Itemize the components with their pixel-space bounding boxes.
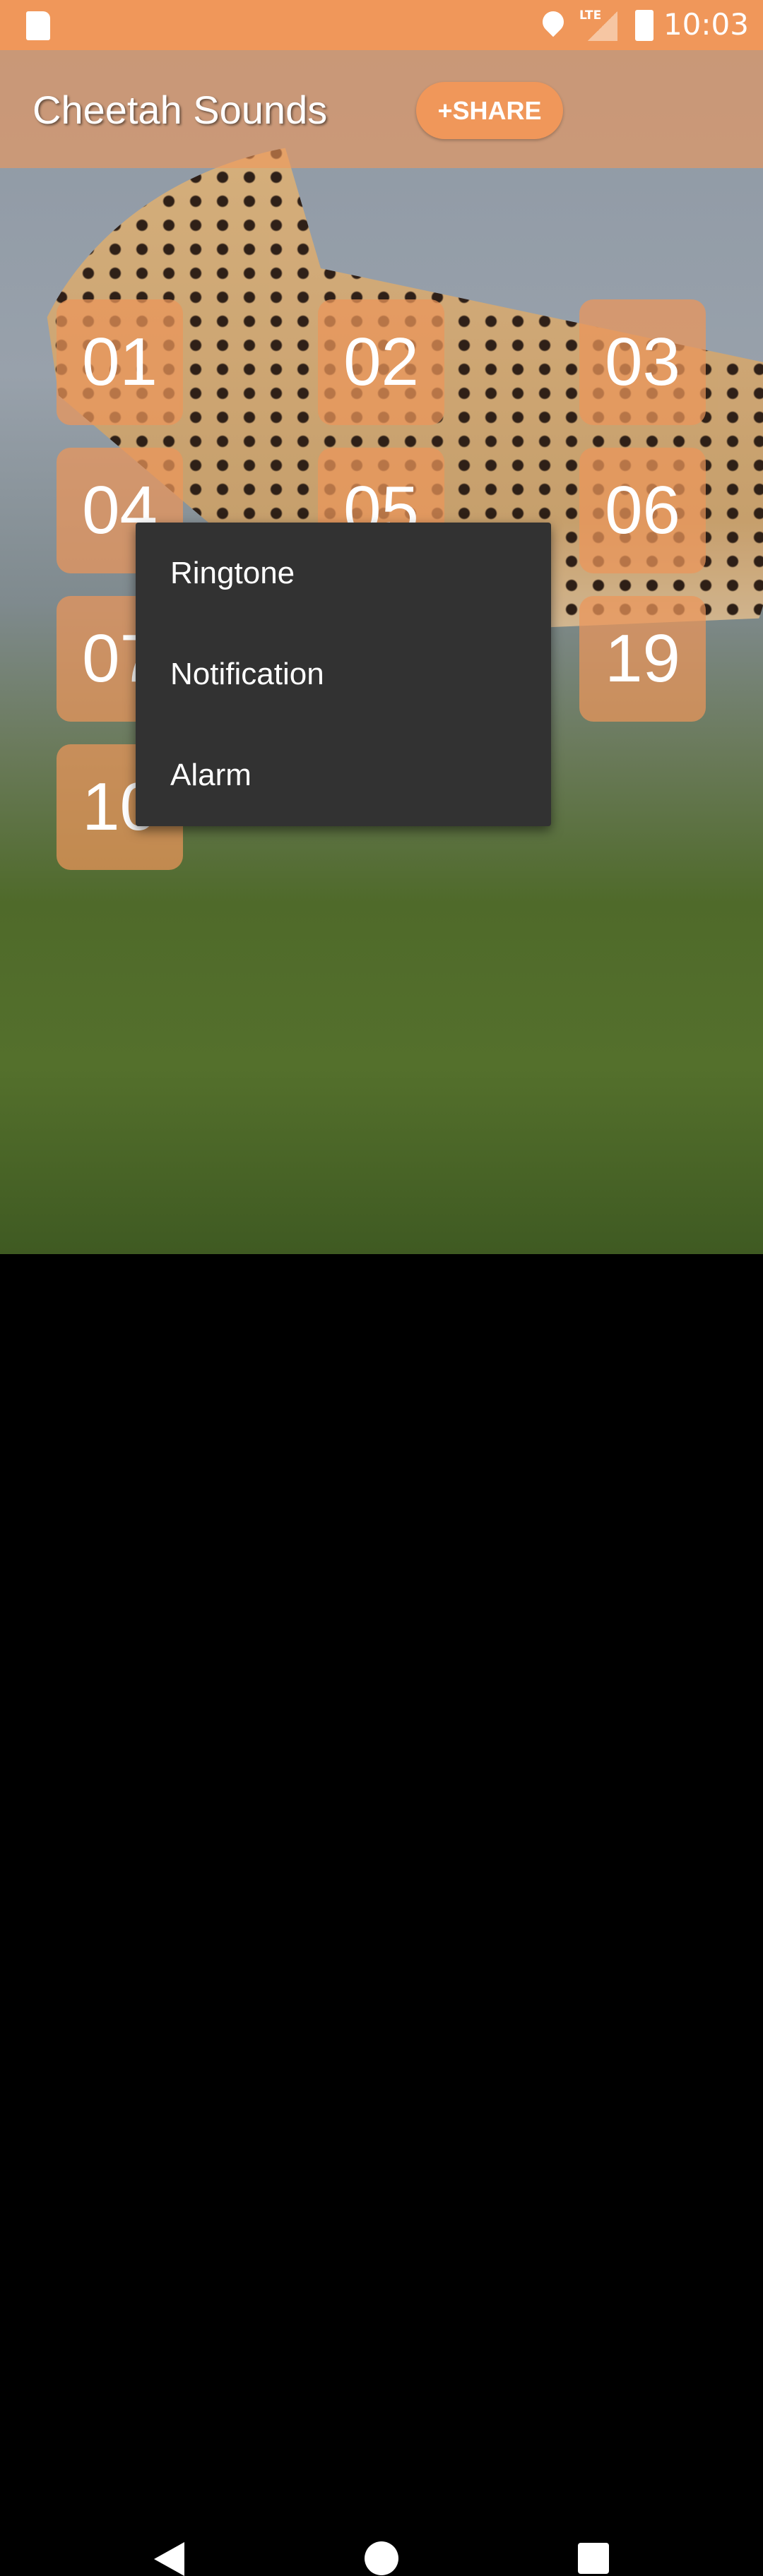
sound-tile-06[interactable]: 06	[579, 448, 706, 573]
network-type: LTE	[579, 8, 602, 23]
app-bar: Cheetah Sounds +SHARE	[0, 50, 763, 168]
recents-icon[interactable]	[578, 2543, 609, 2574]
navigation-bar	[0, 1254, 763, 2576]
sound-tile-19[interactable]: 19	[579, 596, 706, 722]
battery-charging-icon	[635, 10, 653, 41]
clock: 10:03	[663, 7, 749, 42]
menu-item-ringtone[interactable]: Ringtone	[136, 523, 551, 624]
sd-card-icon	[26, 11, 50, 40]
menu-item-alarm[interactable]: Alarm	[136, 724, 551, 825]
sound-tile-03[interactable]: 03	[579, 299, 706, 425]
app-title: Cheetah Sounds	[32, 88, 328, 132]
menu-item-notification[interactable]: Notification	[136, 624, 551, 724]
context-menu: Ringtone Notification Alarm	[136, 523, 551, 826]
sound-tile-02[interactable]: 02	[318, 299, 444, 425]
status-bar: LTE 10:03	[0, 0, 763, 50]
sound-tile-01[interactable]: 01	[57, 299, 183, 425]
share-button[interactable]: +SHARE	[416, 82, 563, 139]
back-icon[interactable]	[154, 2542, 184, 2576]
location-icon	[538, 6, 569, 37]
home-icon[interactable]	[365, 2541, 398, 2575]
